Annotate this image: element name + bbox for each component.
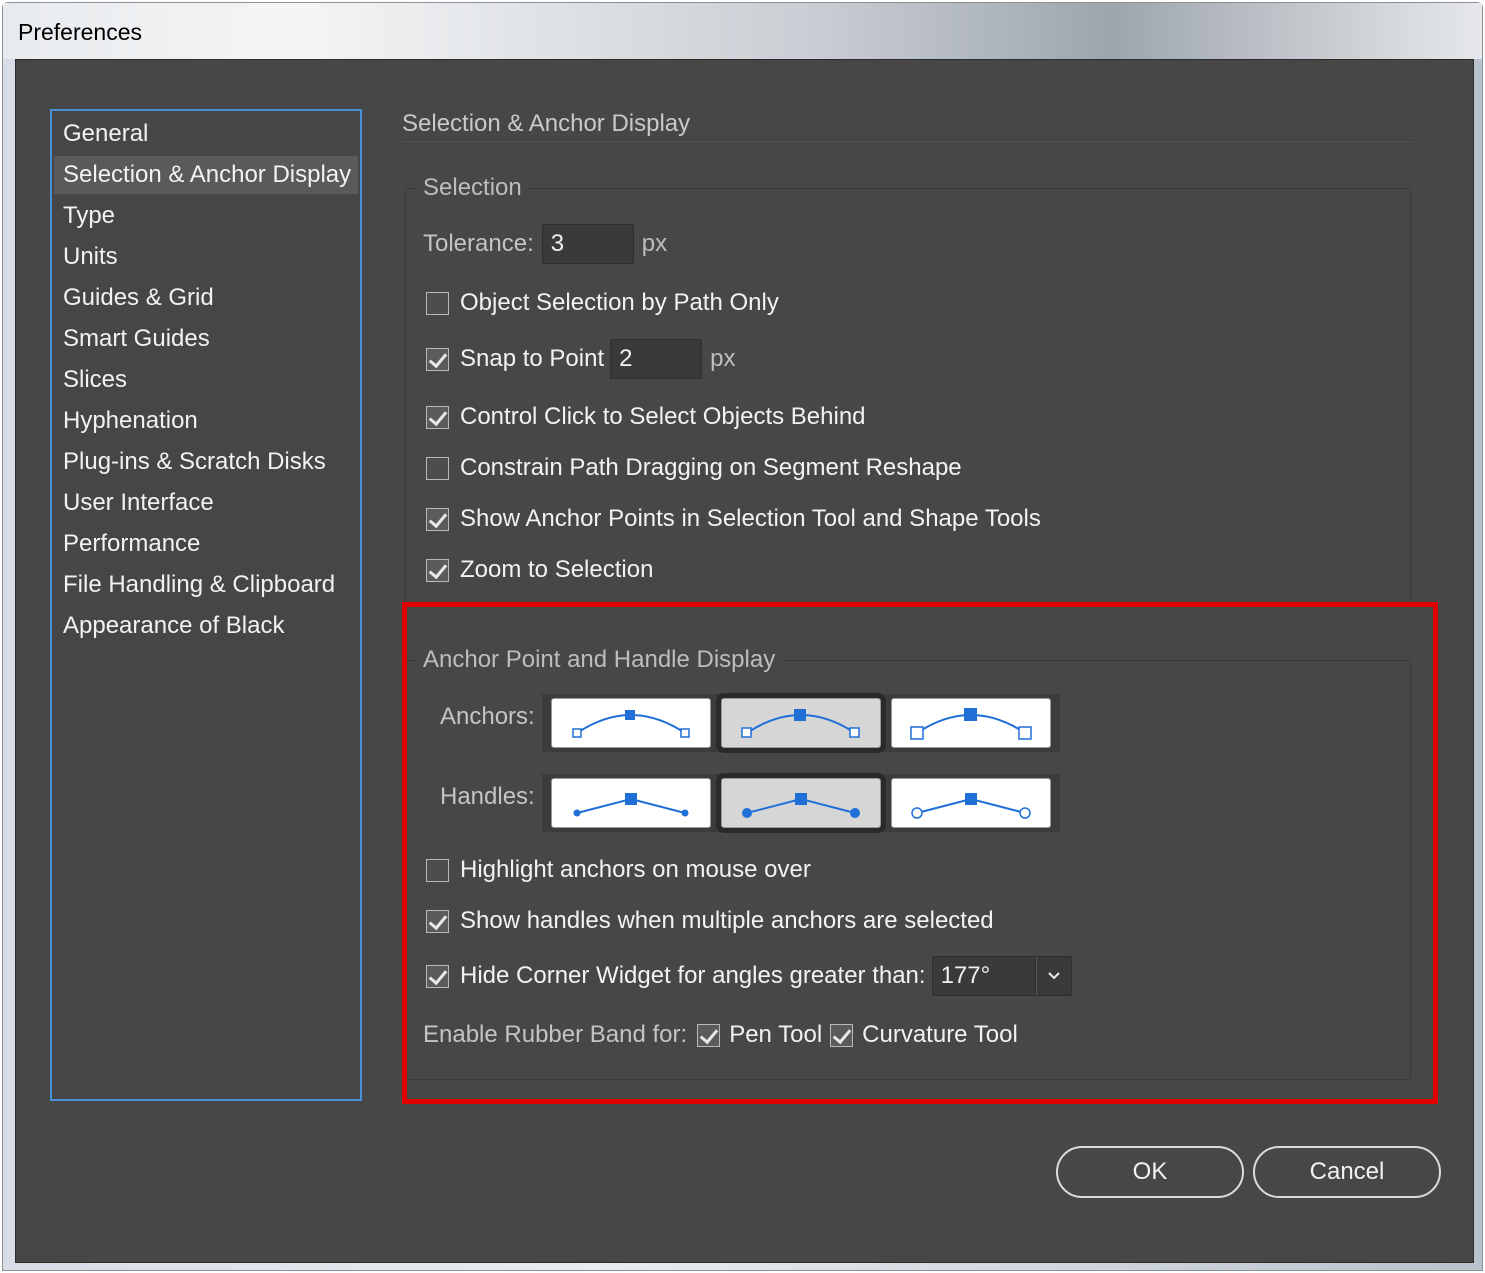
category-appearance-of-black[interactable]: Appearance of Black bbox=[54, 607, 358, 645]
tolerance-label: Tolerance: bbox=[423, 230, 534, 257]
category-smart-guides[interactable]: Smart Guides bbox=[54, 320, 358, 358]
zoom-to-selection-label: Zoom to Selection bbox=[460, 556, 654, 583]
zoom-to-selection-row[interactable]: Zoom to Selection bbox=[426, 556, 653, 584]
category-list[interactable]: General Selection & Anchor Display Type … bbox=[50, 109, 362, 1101]
ok-button[interactable]: OK bbox=[1056, 1146, 1244, 1198]
highlight-annotation-box bbox=[402, 602, 1438, 1104]
selection-group-title: Selection bbox=[417, 174, 528, 202]
show-anchor-points-row[interactable]: Show Anchor Points in Selection Tool and… bbox=[426, 505, 1041, 533]
category-guides-grid[interactable]: Guides & Grid bbox=[54, 279, 358, 317]
dialog-body: General Selection & Anchor Display Type … bbox=[15, 59, 1474, 1263]
preferences-window: Preferences General Selection & Anchor D… bbox=[2, 2, 1483, 1271]
category-general[interactable]: General bbox=[54, 115, 358, 153]
snap-to-point-input[interactable]: 2 bbox=[610, 339, 703, 379]
control-click-row[interactable]: Control Click to Select Objects Behind bbox=[426, 403, 866, 431]
category-slices[interactable]: Slices bbox=[54, 361, 358, 399]
constrain-path-label: Constrain Path Dragging on Segment Resha… bbox=[460, 454, 962, 481]
category-type[interactable]: Type bbox=[54, 197, 358, 235]
page-title: Selection & Anchor Display bbox=[402, 110, 691, 137]
show-anchor-points-checkbox[interactable] bbox=[426, 507, 449, 531]
show-anchor-points-label: Show Anchor Points in Selection Tool and… bbox=[460, 505, 1041, 532]
window-title: Preferences bbox=[18, 19, 143, 45]
control-click-label: Control Click to Select Objects Behind bbox=[460, 403, 866, 430]
category-file-handling-clipboard[interactable]: File Handling & Clipboard bbox=[54, 566, 358, 604]
snap-to-point-row: Snap to Point 2 px bbox=[426, 339, 735, 379]
snap-to-point-checkbox[interactable] bbox=[426, 347, 449, 371]
snap-to-point-unit: px bbox=[710, 345, 736, 372]
tolerance-row: Tolerance: 3 px bbox=[423, 224, 667, 264]
constrain-path-row[interactable]: Constrain Path Dragging on Segment Resha… bbox=[426, 454, 962, 482]
category-units[interactable]: Units bbox=[54, 238, 358, 276]
object-selection-by-path-row[interactable]: Object Selection by Path Only bbox=[426, 289, 779, 317]
category-user-interface[interactable]: User Interface bbox=[54, 484, 358, 522]
object-selection-by-path-label: Object Selection by Path Only bbox=[460, 289, 779, 316]
category-plugins-scratch-disks[interactable]: Plug-ins & Scratch Disks bbox=[54, 443, 358, 481]
category-performance[interactable]: Performance bbox=[54, 525, 358, 563]
tolerance-unit: px bbox=[641, 230, 668, 257]
object-selection-by-path-checkbox[interactable] bbox=[426, 291, 449, 315]
snap-to-point-label: Snap to Point bbox=[460, 345, 605, 372]
control-click-checkbox[interactable] bbox=[426, 405, 449, 429]
cancel-button[interactable]: Cancel bbox=[1253, 1146, 1441, 1198]
tolerance-input[interactable]: 3 bbox=[541, 224, 634, 264]
constrain-path-checkbox[interactable] bbox=[426, 456, 449, 480]
zoom-to-selection-checkbox[interactable] bbox=[426, 558, 449, 582]
page-title-divider bbox=[402, 140, 1412, 142]
category-selection-anchor-display[interactable]: Selection & Anchor Display bbox=[54, 156, 358, 194]
category-hyphenation[interactable]: Hyphenation bbox=[54, 402, 358, 440]
title-bar[interactable]: Preferences bbox=[3, 3, 1482, 59]
